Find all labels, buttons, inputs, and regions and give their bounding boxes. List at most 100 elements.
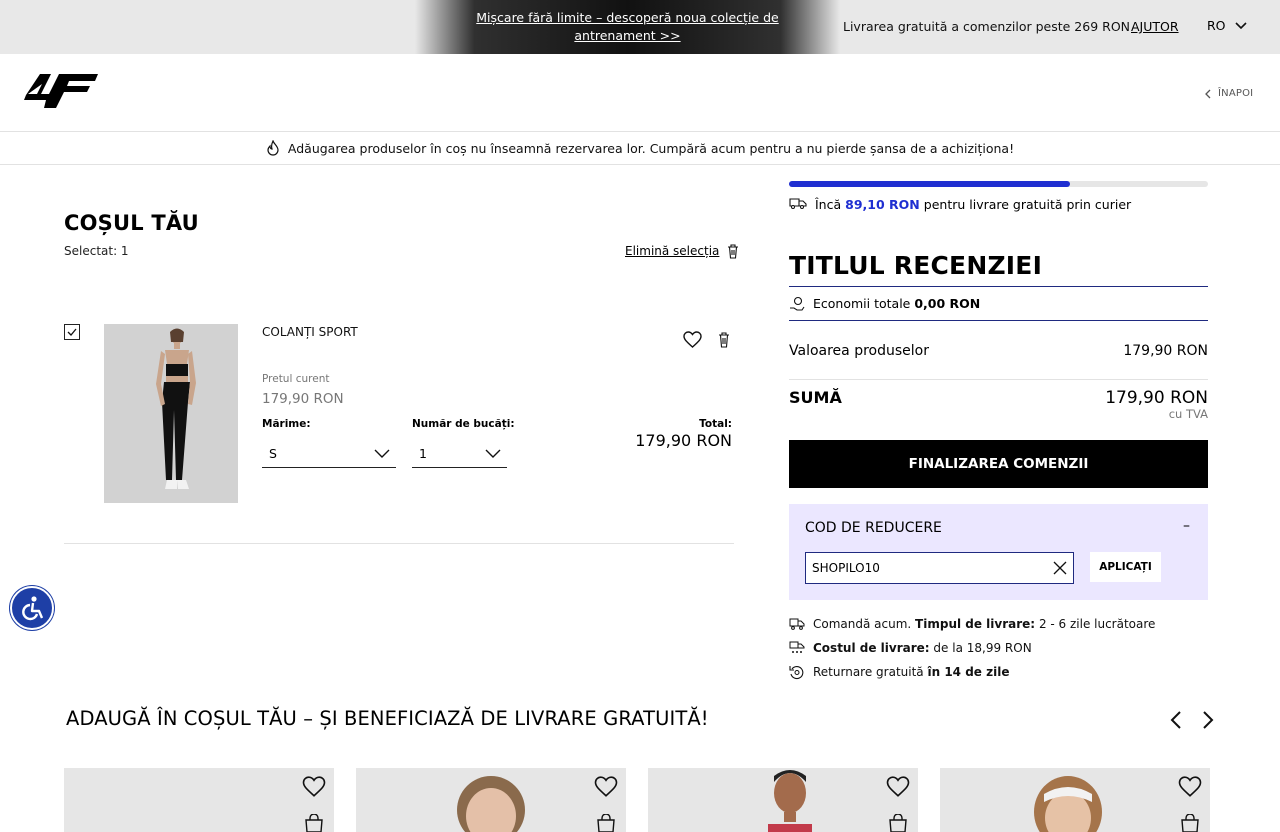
delivery-time-label: Timpul de livrare: <box>915 617 1036 631</box>
free-shipping-text: Livrarea gratuită a comenzilor peste 269… <box>843 19 1131 34</box>
product-photo-figure <box>457 776 525 832</box>
flame-icon <box>267 140 279 156</box>
chevron-down-icon <box>1234 21 1247 29</box>
product-name[interactable]: COLANȚI SPORT <box>262 325 358 339</box>
discount-code-value: SHOPILO10 <box>812 561 880 575</box>
delivery-time-info: Comandă acum. Timpul de livrare: 2 - 6 z… <box>789 616 1155 632</box>
language-selector[interactable]: RO <box>1207 18 1247 33</box>
discount-code-title[interactable]: COD DE REDUCERE <box>805 520 942 536</box>
free-returns-days: în 14 de zile <box>927 665 1010 679</box>
remove-selection-label: Elimină selecția <box>625 244 720 258</box>
current-price-label: Pretul curent <box>262 373 330 385</box>
remove-selection-button[interactable]: Elimină selecția <box>625 243 739 259</box>
favorite-button[interactable] <box>683 331 702 352</box>
summary-divider <box>789 379 1208 380</box>
summary-title: TITLUL RECENZIEI <box>789 251 1043 280</box>
discount-collapse-button[interactable]: – <box>1183 518 1190 534</box>
item-total-label: Total: <box>699 418 732 430</box>
add-to-cart-bag-icon[interactable] <box>1179 814 1201 832</box>
back-link[interactable]: ÎNAPOI <box>1205 88 1253 99</box>
add-to-cart-bag-icon[interactable] <box>595 814 617 832</box>
free-returns-info: Returnare gratuită în 14 de zile <box>789 664 1009 680</box>
accessibility-button[interactable] <box>10 586 54 630</box>
product-image[interactable] <box>104 324 238 503</box>
remove-item-button[interactable] <box>718 331 730 352</box>
recommended-product-card[interactable] <box>356 768 626 832</box>
logo-4f[interactable] <box>24 73 98 113</box>
add-to-cart-bag-icon[interactable] <box>887 814 909 832</box>
accessibility-icon <box>22 596 44 621</box>
size-label: Mărime: <box>262 418 311 430</box>
help-link[interactable]: AJUTOR <box>1131 19 1179 34</box>
recommended-product-card[interactable] <box>64 768 334 832</box>
savings-label: Economii totale <box>813 296 911 311</box>
delivery-cost-info: Costul de livrare: de la 18,99 RON <box>789 640 1032 656</box>
vat-note: cu TVA <box>1168 407 1208 421</box>
product-photo-figure <box>768 770 812 832</box>
carousel-prev-button[interactable] <box>1168 710 1184 734</box>
selected-count: Selectat: 1 <box>64 244 129 258</box>
free-shipping-progress <box>789 181 1208 187</box>
heart-icon[interactable] <box>594 776 618 797</box>
heart-icon <box>683 331 702 348</box>
total-savings: Economii totale 0,00 RON <box>789 286 1208 321</box>
recommended-product-card[interactable] <box>940 768 1210 832</box>
delivery-cost-icon <box>789 641 805 653</box>
checkmark-icon <box>67 328 77 336</box>
discount-code-panel: COD DE REDUCERE – SHOPILO10 APLICAȚI <box>789 504 1208 600</box>
recommendations-title: ADAUGĂ ÎN COȘUL TĂU – ȘI BENEFICIAZĂ DE … <box>66 707 709 730</box>
quantity-value: 1 <box>419 446 427 461</box>
size-select[interactable]: S <box>262 440 396 468</box>
heart-icon[interactable] <box>1178 776 1202 797</box>
cart-title: COȘUL TĂU <box>64 211 199 235</box>
cart-notice: Adăugarea produselor în coș nu înseamnă … <box>0 132 1280 165</box>
sum-row: SUMĂ 179,90 RON <box>789 388 1208 408</box>
delivery-clock-icon <box>789 618 805 630</box>
chevron-right-icon <box>1203 711 1214 729</box>
return-icon <box>789 666 804 680</box>
free-shipping-info: Încă 89,10 RON pentru livrare gratuită p… <box>789 196 1131 212</box>
add-to-cart-bag-icon[interactable] <box>303 814 325 832</box>
back-label: ÎNAPOI <box>1218 88 1254 99</box>
delivery-truck-icon <box>789 198 807 209</box>
heart-icon[interactable] <box>886 776 910 797</box>
chevron-left-icon <box>1205 89 1211 98</box>
recommended-product-card[interactable] <box>648 768 918 832</box>
product-photo-figure <box>1034 776 1102 832</box>
chevron-down-icon <box>485 449 501 458</box>
apply-discount-button[interactable]: APLICAȚI <box>1090 552 1161 582</box>
delivery-time-value: 2 - 6 zile lucrătoare <box>1038 617 1156 631</box>
delivery-cost-label: Costul de livrare: <box>813 641 930 655</box>
trash-icon <box>719 332 729 348</box>
size-value: S <box>269 446 277 461</box>
item-checkbox[interactable] <box>64 324 80 340</box>
savings-value: 0,00 RON <box>914 296 981 311</box>
free-shipping-prefix: Încă <box>815 196 842 212</box>
checkout-button[interactable]: FINALIZAREA COMENZII <box>789 440 1208 488</box>
free-returns-text: Returnare gratuită <box>813 665 924 679</box>
clear-icon[interactable] <box>1053 561 1067 575</box>
free-shipping-suffix: pentru livrare gratuită prin curier <box>923 196 1132 212</box>
language-code: RO <box>1207 18 1226 33</box>
product-photo-figure <box>104 324 238 503</box>
quantity-select[interactable]: 1 <box>412 440 507 468</box>
cart-divider <box>64 543 734 544</box>
sum-label: SUMĂ <box>789 388 842 407</box>
heart-icon[interactable] <box>302 776 326 797</box>
4f-logo-icon <box>24 74 98 108</box>
chevron-down-icon <box>374 449 390 458</box>
products-value: 179,90 RON <box>1123 343 1208 359</box>
promo-banner[interactable]: Mișcare fără limite – descoperă noua col… <box>415 0 840 54</box>
sum-value: 179,90 RON <box>1105 388 1208 408</box>
progress-fill <box>789 181 1070 187</box>
current-price: 179,90 RON <box>262 391 344 407</box>
promo-line-2[interactable]: antrenament >> <box>574 28 680 43</box>
carousel-next-button[interactable] <box>1200 710 1216 734</box>
item-total-value: 179,90 RON <box>635 431 732 450</box>
chevron-left-icon <box>1170 711 1181 729</box>
top-bar: Mișcare fără limite – descoperă noua col… <box>0 0 1280 54</box>
products-value-row: Valoarea produselor 179,90 RON <box>789 343 1208 359</box>
promo-line-1[interactable]: Mișcare fără limite – descoperă noua col… <box>476 10 778 25</box>
trash-icon <box>728 244 739 259</box>
discount-code-input[interactable]: SHOPILO10 <box>805 552 1074 584</box>
